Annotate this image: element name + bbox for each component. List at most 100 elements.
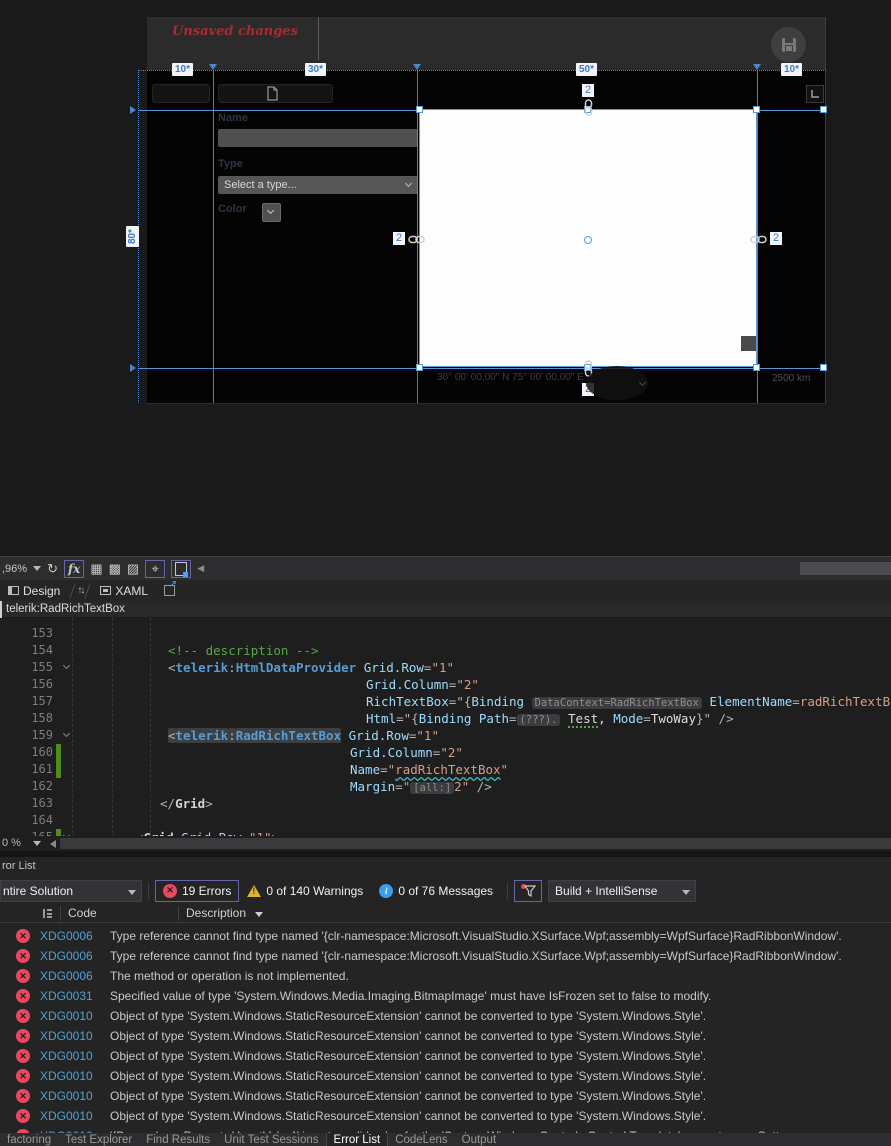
- collapse-chevron-icon[interactable]: [62, 661, 71, 670]
- code-line-159[interactable]: 159 <telerik:RadRichTextBox Grid.Row="1": [0, 727, 891, 744]
- popout-window-icon[interactable]: [164, 579, 177, 596]
- editor-zoom-value[interactable]: 0 %: [2, 837, 21, 849]
- code-line-164[interactable]: 164: [0, 812, 891, 829]
- error-row[interactable]: ✕ XDG0006 The method or operation is not i…: [0, 966, 891, 986]
- code-column-header[interactable]: Code: [68, 906, 97, 920]
- column-width-chip-2[interactable]: 50*: [576, 63, 598, 76]
- chain-link-icon-top[interactable]: [582, 99, 595, 116]
- snap-grid-icon[interactable]: ▩: [109, 560, 121, 578]
- code-text[interactable]: Name="radRichTextBox": [350, 761, 508, 778]
- error-code[interactable]: XDG0010: [40, 1006, 93, 1026]
- severity-column-icon[interactable]: [42, 908, 53, 919]
- bottom-tab-factoring[interactable]: factoring: [0, 1133, 58, 1146]
- filter-button[interactable]: [514, 879, 543, 902]
- show-annotations-button[interactable]: [171, 559, 192, 578]
- error-row[interactable]: ✕ XDG0010 Object of type 'System.Windows.S…: [0, 1026, 891, 1046]
- bottom-tab-output[interactable]: Output: [455, 1133, 504, 1146]
- warnings-filter-button[interactable]: 0 of 140 Warnings: [239, 880, 371, 902]
- selection-handle-top-right[interactable]: [753, 106, 760, 113]
- code-line-156[interactable]: 156 Grid.Column="2": [0, 676, 891, 693]
- code-line-157[interactable]: 157 RichTextBox="{Binding DataContext=Rad…: [0, 693, 891, 710]
- scope-dropdown[interactable]: ntire Solution: [0, 879, 142, 902]
- margin-chip-right[interactable]: 2: [770, 232, 783, 245]
- bottom-tab-find-results[interactable]: Find Results: [139, 1133, 217, 1146]
- code-line-162[interactable]: 162 Margin=" [all:] 2" />: [0, 778, 891, 795]
- zoom-dropdown-arrow-icon[interactable]: [33, 566, 42, 571]
- column-marker-triangle[interactable]: [209, 64, 217, 70]
- error-code[interactable]: XDG0010: [40, 1066, 93, 1086]
- code-line-163[interactable]: 163 </Grid>: [0, 795, 891, 812]
- code-line-154[interactable]: 154 <!-- description -->: [0, 642, 891, 659]
- bottom-tab-error-list[interactable]: Error List: [325, 1133, 389, 1146]
- code-text[interactable]: Grid.Column="2": [366, 676, 479, 693]
- error-row[interactable]: ✕ XDG0010 Object of type 'System.Windows.S…: [0, 1066, 891, 1086]
- code-text[interactable]: <telerik:RadRichTextBox Grid.Row="1": [168, 727, 439, 744]
- selection-handle-bottom-left[interactable]: [416, 364, 423, 371]
- description-column-header[interactable]: Description: [186, 906, 264, 920]
- snap-to-snaplines-button[interactable]: ⌖: [145, 559, 166, 578]
- tab-xaml[interactable]: XAML: [92, 580, 156, 601]
- messages-filter-button[interactable]: i 0 of 76 Messages: [371, 880, 501, 902]
- column-separator[interactable]: [60, 906, 61, 921]
- code-line-155[interactable]: 155 <telerik:HtmlDataProvider Grid.Row="1…: [0, 659, 891, 676]
- error-code[interactable]: XDG0006: [40, 946, 93, 966]
- code-line-161[interactable]: 161 Name="radRichTextBox": [0, 761, 891, 778]
- code-line-158[interactable]: 158 Html="{Binding Path= (???). Test, Mode…: [0, 710, 891, 728]
- error-code[interactable]: XDG0010: [40, 1126, 93, 1133]
- row-height-chip[interactable]: 80*: [126, 226, 139, 248]
- name-textbox[interactable]: [218, 129, 418, 147]
- color-combobox[interactable]: [262, 203, 281, 222]
- grid-column-line-1[interactable]: [213, 70, 214, 403]
- error-row[interactable]: ✕ XDG0006 Type reference cannot find type …: [0, 946, 891, 966]
- editor-horizontal-scrollbar[interactable]: [60, 838, 891, 849]
- effects-fx-button[interactable]: fx: [63, 559, 85, 578]
- column-width-chip-0[interactable]: 10*: [172, 63, 194, 76]
- designer-horizontal-scrollbar[interactable]: [800, 562, 891, 575]
- swap-panes-icon[interactable]: ↑↓: [77, 585, 85, 596]
- selection-handle-row-right-2[interactable]: [820, 364, 827, 371]
- error-row[interactable]: ✕ XDG0006 Type reference cannot find type …: [0, 926, 891, 946]
- column-marker-triangle[interactable]: [753, 64, 761, 70]
- chain-link-icon-left[interactable]: [408, 233, 425, 246]
- error-row[interactable]: ✕ XDG0010 Object of type 'System.Windows.S…: [0, 1006, 891, 1026]
- column-width-chip-3[interactable]: 10*: [781, 63, 803, 76]
- document-outline-breadcrumb[interactable]: telerik:RadRichTextBox: [0, 601, 891, 618]
- error-row[interactable]: ✕ XDG0031 Specified value of type 'System.…: [0, 986, 891, 1006]
- column-marker-triangle[interactable]: [413, 64, 421, 70]
- error-code[interactable]: XDG0006: [40, 966, 93, 986]
- chain-link-icon-right[interactable]: [750, 233, 767, 246]
- error-code[interactable]: XDG0031: [40, 986, 93, 1006]
- error-row[interactable]: ✕XDG0010'{DependencyProperty.UnsetValue}…: [0, 1126, 891, 1133]
- source-dropdown[interactable]: Build + IntelliSense: [548, 879, 697, 902]
- editor-zoom-dropdown-icon[interactable]: [33, 841, 41, 846]
- error-row[interactable]: ✕ XDG0010 Object of type 'System.Windows.S…: [0, 1046, 891, 1066]
- error-code[interactable]: XDG0010: [40, 1106, 93, 1126]
- column-separator[interactable]: [178, 906, 179, 921]
- layout-corner-icon[interactable]: [806, 85, 824, 103]
- collapse-chevron-icon[interactable]: [62, 729, 71, 738]
- grid-row-line-2[interactable]: [138, 368, 826, 369]
- column-width-chip-1[interactable]: 30*: [305, 63, 327, 76]
- error-row[interactable]: ✕ XDG0010 Object of type 'System.Windows.S…: [0, 1106, 891, 1126]
- scroll-left-icon[interactable]: [50, 840, 56, 848]
- errors-filter-button[interactable]: ✕ 19 Errors: [155, 879, 240, 902]
- bottom-tab-test-explorer[interactable]: Test Explorer: [58, 1133, 139, 1146]
- bottom-tab-codelens[interactable]: CodeLens: [388, 1133, 454, 1146]
- code-text[interactable]: </Grid>: [160, 795, 213, 812]
- code-text[interactable]: Grid.Column="2": [350, 744, 463, 761]
- breadcrumb-element[interactable]: telerik:RadRichTextBox: [6, 601, 125, 617]
- designer-zoom-value[interactable]: ,96%: [2, 560, 27, 578]
- anchor-point-icon[interactable]: [584, 236, 592, 244]
- refresh-icon[interactable]: ↻: [47, 560, 58, 578]
- show-grid-icon[interactable]: ▦: [90, 560, 102, 578]
- xaml-design-surface[interactable]: Unsaved changes Name Type Select a type.…: [0, 0, 891, 556]
- code-line-153[interactable]: 153: [0, 625, 891, 642]
- code-line-160[interactable]: 160 Grid.Column="2": [0, 744, 891, 761]
- error-code[interactable]: XDG0010: [40, 1046, 93, 1066]
- selection-handle-bottom-right[interactable]: [753, 364, 760, 371]
- error-row[interactable]: ✕ XDG0010 Object of type 'System.Windows.S…: [0, 1086, 891, 1106]
- code-text[interactable]: <telerik:HtmlDataProvider Grid.Row="1": [168, 659, 454, 676]
- snapline-icon[interactable]: ▨: [127, 560, 139, 578]
- code-text[interactable]: <!-- description -->: [168, 642, 319, 659]
- error-code[interactable]: XDG0006: [40, 926, 93, 946]
